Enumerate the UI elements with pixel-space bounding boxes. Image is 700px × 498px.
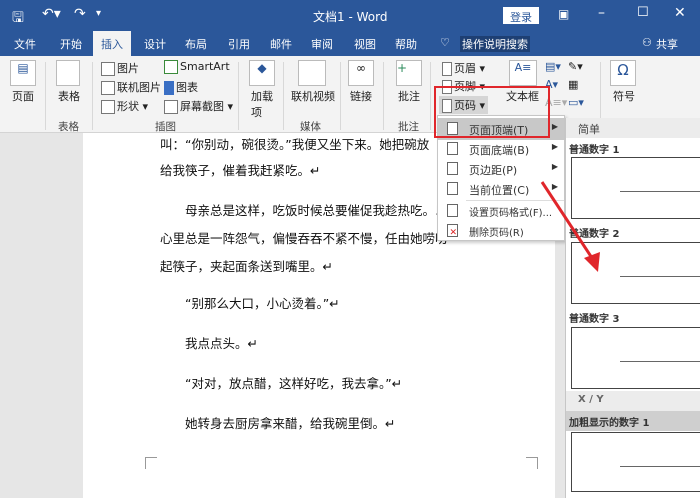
page-margins-icon	[447, 162, 458, 175]
tell-me-input[interactable]: 操作说明搜索	[460, 36, 530, 52]
header-button[interactable]: 页眉 ▾	[442, 60, 485, 76]
close-icon[interactable]: ✕	[674, 5, 686, 21]
object-icon[interactable]: ▭▾	[568, 96, 584, 109]
table-icon	[56, 60, 80, 86]
tab-layout[interactable]: 布局	[185, 36, 207, 52]
online-video-button[interactable]: 联机视频	[291, 88, 335, 104]
tab-references[interactable]: 引用	[228, 36, 250, 52]
textbox-icon: A≡	[509, 60, 537, 86]
menu-item-bottom-of-page[interactable]: 页面底端(B) ▶	[438, 138, 564, 160]
link-icon: ∞	[348, 60, 374, 86]
page-icon: ▤	[10, 60, 36, 86]
picture-button[interactable]: 图片	[101, 60, 139, 76]
gallery-item-bold-number-1[interactable]	[571, 432, 700, 492]
smartart-button[interactable]: SmartArt	[164, 60, 230, 74]
shapes-icon	[101, 100, 115, 114]
chart-icon	[164, 81, 174, 95]
picture-icon	[101, 62, 115, 76]
gallery-item-label-selected: 加粗显示的数字 1	[566, 411, 700, 431]
paragraph-line: 叫：“你别动，碗很烫。”我便又坐下来。她把碗放	[160, 137, 430, 152]
minimize-icon[interactable]: –	[598, 5, 605, 21]
tab-file[interactable]: 文件	[14, 36, 36, 52]
addins-button[interactable]: 加载项	[251, 88, 273, 120]
paragraph-line: “对对，放点醋，这样好吃，我去拿。”↵	[185, 376, 403, 391]
undo-icon[interactable]: ↶▾	[42, 6, 61, 22]
online-picture-icon	[101, 81, 115, 95]
remove-page-numbers-icon: ✕	[447, 224, 458, 238]
shapes-button[interactable]: 形状 ▾	[101, 98, 148, 114]
paragraph-line: 起筷子，夹起面条送到嘴里。↵	[160, 259, 333, 274]
symbol-icon: Ω	[610, 60, 636, 86]
pages-button[interactable]: 页面	[12, 88, 34, 104]
margin-mark	[145, 457, 157, 469]
screenshot-icon	[164, 100, 178, 114]
maximize-icon[interactable]: ☐	[637, 5, 649, 20]
bottom-of-page-icon	[447, 142, 458, 155]
annotation-arrow	[540, 181, 600, 272]
chart-button[interactable]: 图表	[164, 79, 198, 95]
save-icon[interactable]: 🖫	[12, 7, 24, 31]
gallery-section-simple: 简单	[566, 118, 700, 138]
share-button[interactable]: 共享	[656, 36, 678, 52]
link-button[interactable]: 链接	[350, 88, 372, 104]
margin-mark	[526, 457, 538, 469]
gallery-item-label: 普通数字 1	[569, 145, 620, 156]
login-button[interactable]: 登录	[503, 7, 539, 24]
online-video-icon	[298, 60, 326, 86]
screenshot-button[interactable]: 屏幕截图 ▾	[164, 98, 233, 114]
comment-button[interactable]: 批注	[398, 88, 420, 104]
group-label-media: 媒体	[300, 121, 321, 133]
signature-line-icon[interactable]: ✎▾	[568, 60, 583, 73]
paragraph-line: 心里总是一阵怨气，偏慢吞吞不紧不慢，任由她唠叨	[160, 231, 448, 246]
gallery-item-label: 普通数字 3	[569, 314, 620, 325]
quick-parts-icon[interactable]: ▤▾	[545, 60, 561, 73]
current-position-icon	[447, 182, 458, 195]
date-time-icon[interactable]: ▦	[568, 78, 578, 91]
paragraph-line: “别那么大口，小心烫着。”↵	[185, 296, 340, 311]
online-picture-button[interactable]: 联机图片	[101, 79, 161, 95]
format-page-numbers-icon	[447, 204, 458, 217]
tab-mailings[interactable]: 邮件	[270, 36, 292, 52]
tab-help[interactable]: 帮助	[395, 36, 417, 52]
smartart-icon	[164, 60, 178, 74]
gallery-item-plain-number-3[interactable]	[571, 327, 700, 389]
paragraph-line: 母亲总是这样，吃饭时候总要催促我趁热吃。以	[185, 203, 448, 218]
paragraph-line: 她转身去厨房拿来醋，给我碗里倒。↵	[185, 416, 396, 431]
customize-icon[interactable]: ▾	[96, 8, 101, 19]
tab-review[interactable]: 审阅	[311, 36, 333, 52]
ribbon-tabs: 文件 开始 插入 设计 布局 引用 邮件 审阅 视图 帮助 ♡ 操作说明搜索 ⚇…	[0, 31, 700, 56]
comment-icon: +	[396, 60, 422, 86]
tab-insert[interactable]: 插入	[93, 31, 131, 56]
table-button[interactable]: 表格	[58, 88, 80, 104]
tab-home[interactable]: 开始	[60, 36, 82, 52]
window-title: 文档1 - Word	[313, 10, 388, 24]
redo-icon[interactable]: ↷	[74, 6, 86, 22]
share-icon[interactable]: ⚇	[642, 36, 652, 49]
tab-design[interactable]: 设计	[144, 36, 166, 52]
menu-item-page-margins[interactable]: 页边距(P) ▶	[438, 158, 564, 180]
paragraph-line: 我点点头。↵	[185, 336, 258, 351]
symbol-button[interactable]: 符号	[613, 88, 635, 104]
addins-icon: ◆	[249, 60, 275, 86]
page-number-gallery: 简单 普通数字 1 普通数字 2 普通数字 3 X / Y 加粗显示的数字 1	[565, 118, 700, 498]
paragraph-line: 给我筷子，催着我赶紧吃。↵	[160, 163, 321, 178]
group-label-comments: 批注	[398, 121, 419, 133]
group-label-illustrations: 插图	[155, 121, 176, 133]
lightbulb-icon: ♡	[440, 36, 450, 49]
group-label-table: 表格	[58, 121, 79, 133]
ribbon-display-icon[interactable]: ▣	[558, 7, 569, 21]
tab-view[interactable]: 视图	[354, 36, 376, 52]
gallery-section-xy: X / Y	[566, 391, 700, 411]
title-bar: 🖫 ↶▾ ↷ ▾ 文档1 - Word 登录 ▣ – ☐ ✕	[0, 0, 700, 31]
highlight-box	[434, 86, 550, 138]
header-icon	[442, 62, 452, 76]
